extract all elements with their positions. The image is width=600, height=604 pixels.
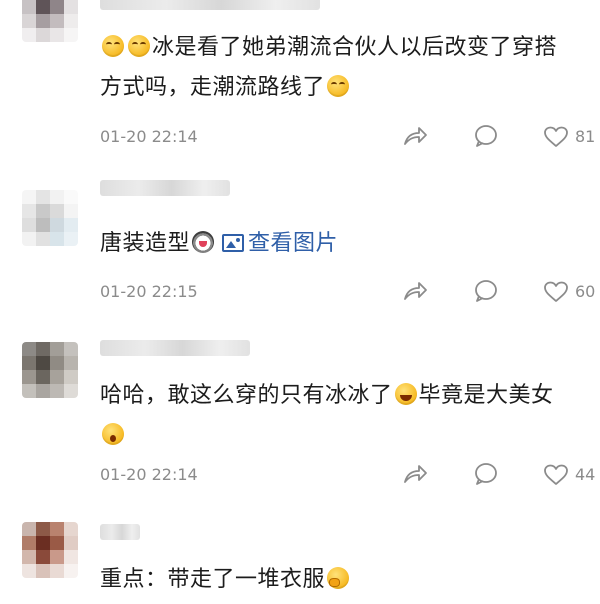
timestamp: 01-20 22:14 <box>100 465 198 484</box>
avatar[interactable] <box>22 342 78 398</box>
comment-meta: 01-20 22:14 44 <box>100 460 600 490</box>
timestamp: 01-20 22:14 <box>100 127 198 146</box>
like-heart-icon[interactable] <box>543 463 569 487</box>
avatar[interactable] <box>22 190 78 246</box>
like-count: 60 <box>575 282 596 301</box>
thinking-emoji <box>327 567 350 589</box>
comment-icon[interactable] <box>473 124 499 148</box>
avatar[interactable] <box>22 0 78 42</box>
comment-meta: 01-20 22:14 81 <box>100 122 600 152</box>
username-blurred[interactable] <box>100 524 140 540</box>
share-icon[interactable] <box>402 462 428 486</box>
username-blurred[interactable] <box>100 0 320 10</box>
image-icon[interactable] <box>222 234 245 252</box>
comment-meta: 01-20 22:15 60 <box>100 277 600 307</box>
laugh-emoji <box>394 383 417 405</box>
laugh-cry-emoji <box>102 35 124 57</box>
view-image-link[interactable]: 查看图片 <box>248 224 338 264</box>
username-blurred[interactable] <box>100 340 250 356</box>
share-icon[interactable] <box>402 124 428 148</box>
username-blurred[interactable] <box>100 180 230 196</box>
husky-emoji <box>192 231 215 253</box>
comment-icon[interactable] <box>473 279 499 303</box>
comment-text: 冰是看了她弟潮流合伙人以后改变了穿搭 方式吗，走潮流路线了 <box>100 35 558 100</box>
share-icon[interactable] <box>402 279 428 303</box>
like-heart-icon[interactable] <box>543 125 569 149</box>
laugh-cry-emoji <box>128 35 150 57</box>
comment-text: 哈哈，敢这么穿的只有冰冰了 毕竟是大美女 <box>100 376 582 456</box>
laugh-cry-emoji <box>327 75 350 97</box>
comment-icon[interactable] <box>473 462 499 486</box>
like-count: 44 <box>575 465 596 484</box>
surprised-emoji <box>102 423 124 445</box>
comment-text: 重点：带走了一堆衣服 <box>100 560 582 600</box>
timestamp: 01-20 22:15 <box>100 282 198 301</box>
comment-text: 唐装造型 查看图片 <box>100 224 582 264</box>
avatar[interactable] <box>22 522 78 578</box>
like-count: 81 <box>575 127 596 146</box>
like-heart-icon[interactable] <box>543 280 569 304</box>
